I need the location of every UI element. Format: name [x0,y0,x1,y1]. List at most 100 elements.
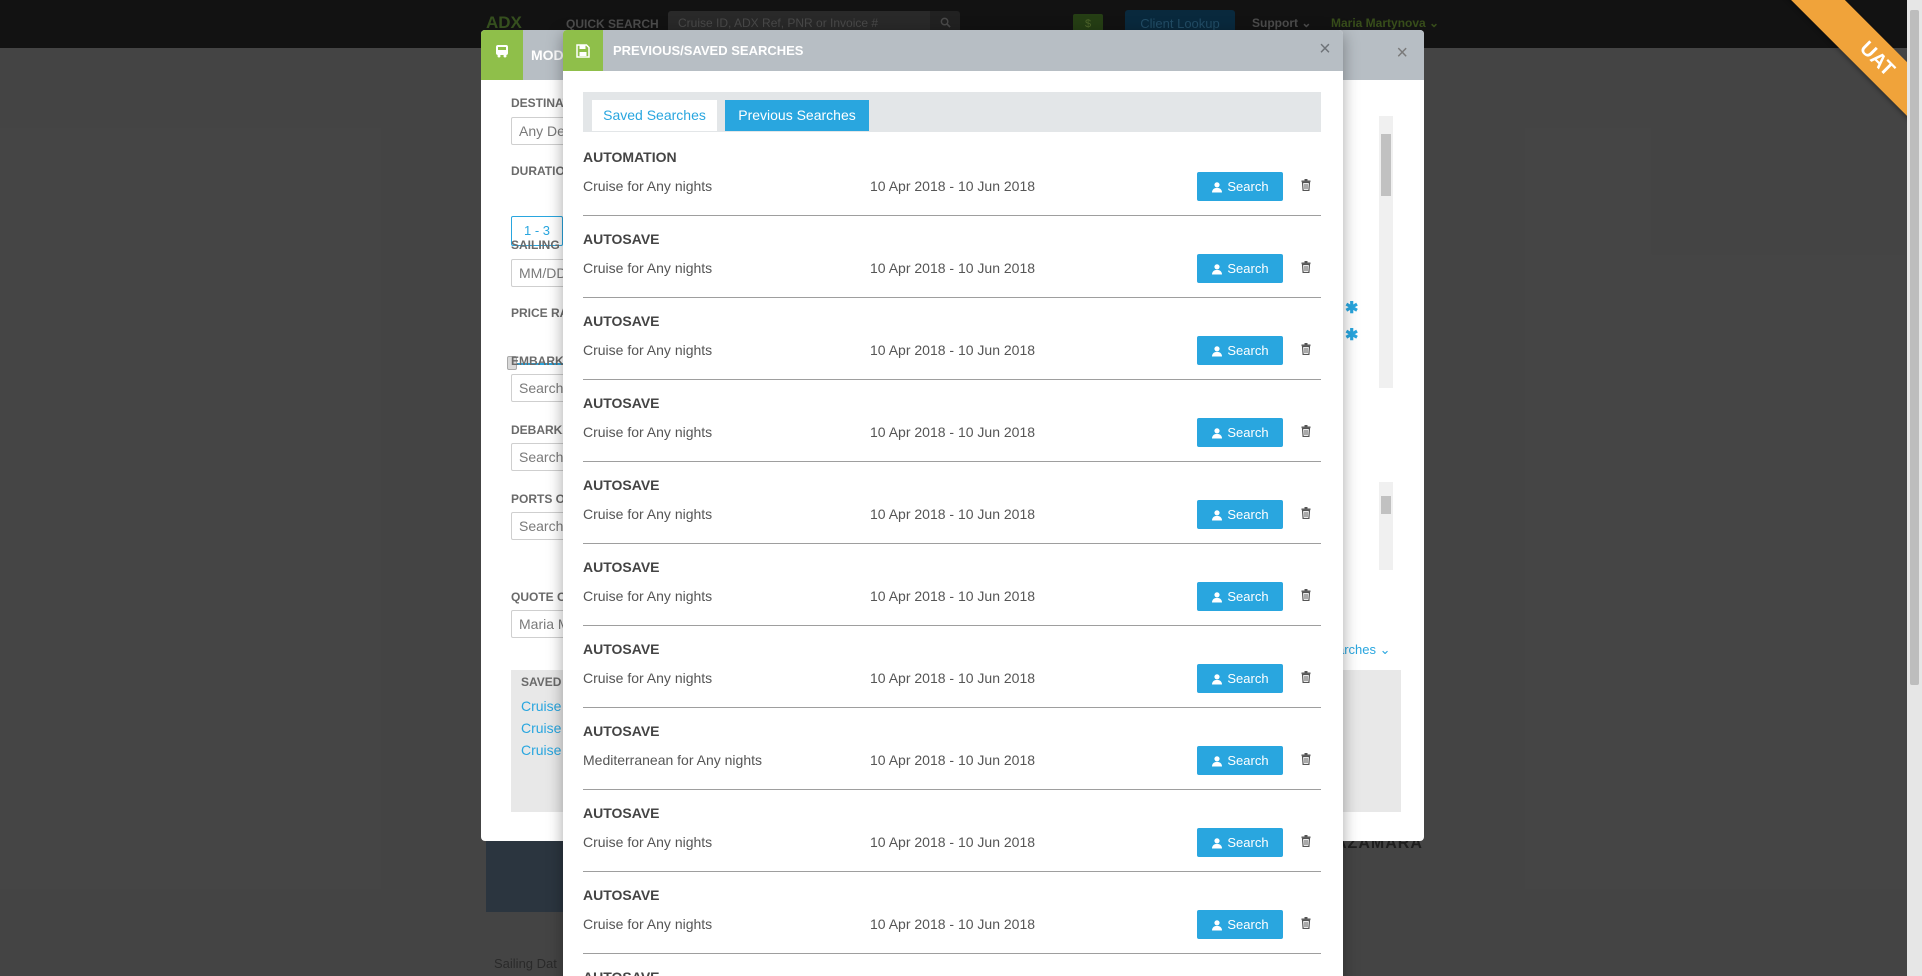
run-search-label: Search [1227,589,1269,604]
search-row: AUTOSAVE Cruise for Any nights 10 Apr 2018… [583,626,1321,708]
search-row-title: AUTOSAVE [583,313,660,329]
run-search-button[interactable]: Search [1197,336,1283,365]
run-search-button[interactable]: Search [1197,172,1283,201]
chevron-down-icon: ⌄ [1379,642,1391,657]
search-row-dates: 10 Apr 2018 - 10 Jun 2018 [870,670,1036,686]
tab-saved-searches[interactable]: Saved Searches [592,100,717,131]
debark-label: DEBARKA [511,423,571,437]
bus-icon [481,30,523,80]
search-row-dates: 10 Apr 2018 - 10 Jun 2018 [870,178,1036,194]
destination-label: DESTINAT [511,96,571,110]
trash-icon[interactable] [1298,586,1314,604]
more-searches-link[interactable]: arches ⌄ [1337,642,1391,658]
search-row-description: Cruise for Any nights [583,342,713,358]
right-list-2-scrollbar[interactable] [1379,482,1393,570]
trash-icon[interactable] [1298,750,1314,768]
person-icon [1212,755,1223,766]
trash-icon[interactable] [1298,176,1314,194]
search-row: AUTOSAVE [583,954,1321,976]
search-row: AUTOSAVE Mediterranean for Any nights 10 A… [583,708,1321,790]
star-icon: ✱ [1345,327,1359,344]
run-search-label: Search [1227,179,1269,194]
star-icon: ✱ [1345,300,1359,317]
search-row-title: AUTOSAVE [583,477,660,493]
person-icon [1212,509,1223,520]
trash-icon[interactable] [1298,422,1314,440]
run-search-label: Search [1227,753,1269,768]
sailing-label: SAILING [511,238,560,252]
search-row-description: Cruise for Any nights [583,424,713,440]
run-search-label: Search [1227,343,1269,358]
search-row-dates: 10 Apr 2018 - 10 Jun 2018 [870,342,1036,358]
trash-icon[interactable] [1298,258,1314,276]
search-row: AUTOSAVE Cruise for Any nights 10 Apr 2018… [583,380,1321,462]
run-search-button[interactable]: Search [1197,582,1283,611]
search-row-description: Cruise for Any nights [583,506,713,522]
search-row: AUTOSAVE Cruise for Any nights 10 Apr 2018… [583,544,1321,626]
person-icon [1212,345,1223,356]
search-row: AUTOSAVE Cruise for Any nights 10 Apr 2018… [583,872,1321,954]
run-search-button[interactable]: Search [1197,254,1283,283]
person-icon [1212,427,1223,438]
saved-search-link[interactable]: Cruise [521,698,561,714]
search-row-title: AUTOSAVE [583,641,660,657]
search-tabs: Saved Searches Previous Searches [583,92,1321,132]
search-modal-title: MOD [531,47,564,63]
trash-icon[interactable] [1298,914,1314,932]
ports-label: PORTS O [511,492,566,506]
modal-header: PREVIOUS/SAVED SEARCHES × [563,30,1343,71]
page-scrollbar[interactable] [1907,0,1922,976]
right-list-scrollbar[interactable] [1379,116,1393,388]
search-row: AUTOSAVE Cruise for Any nights 10 Apr 2018… [583,216,1321,298]
run-search-button[interactable]: Search [1197,418,1283,447]
saved-search-link[interactable]: Cruise [521,742,561,758]
previous-searches-list: AUTOMATION Cruise for Any nights 10 Apr 20… [583,134,1321,976]
search-row-description: Mediterranean for Any nights [583,752,762,768]
person-icon [1212,181,1223,192]
search-row-description: Cruise for Any nights [583,670,713,686]
duration-label: DURATIO [511,164,565,178]
search-row: AUTOSAVE Cruise for Any nights 10 Apr 2018… [583,298,1321,380]
run-search-label: Search [1227,425,1269,440]
run-search-label: Search [1227,261,1269,276]
search-row-dates: 10 Apr 2018 - 10 Jun 2018 [870,506,1036,522]
trash-icon[interactable] [1298,340,1314,358]
person-icon [1212,673,1223,684]
trash-icon[interactable] [1298,504,1314,522]
trash-icon[interactable] [1298,832,1314,850]
person-icon [1212,263,1223,274]
search-row-dates: 10 Apr 2018 - 10 Jun 2018 [870,260,1036,276]
run-search-label: Search [1227,917,1269,932]
saved-search-link[interactable]: Cruise [521,720,561,736]
page-scrollbar-thumb[interactable] [1910,10,1919,685]
modal-title: PREVIOUS/SAVED SEARCHES [613,43,804,58]
search-row-title: AUTOSAVE [583,887,660,903]
search-row-dates: 10 Apr 2018 - 10 Jun 2018 [870,752,1036,768]
close-icon[interactable]: × [1396,42,1408,65]
saved-searches-label: SAVED [521,675,562,689]
search-row-description: Cruise for Any nights [583,916,713,932]
search-row-title: AUTOMATION [583,149,677,165]
close-icon[interactable]: × [1315,37,1335,61]
run-search-button[interactable]: Search [1197,500,1283,529]
search-row-title: AUTOSAVE [583,723,660,739]
search-row-dates: 10 Apr 2018 - 10 Jun 2018 [870,588,1036,604]
tab-previous-searches[interactable]: Previous Searches [725,100,869,131]
search-row-title: AUTOSAVE [583,231,660,247]
search-row-description: Cruise for Any nights [583,834,713,850]
search-row: AUTOSAVE Cruise for Any nights 10 Apr 2018… [583,790,1321,872]
quote-label: QUOTE O [511,590,567,604]
previous-saved-searches-modal: PREVIOUS/SAVED SEARCHES × Saved Searches… [563,30,1343,976]
search-row-title: AUTOSAVE [583,969,660,976]
person-icon [1212,837,1223,848]
run-search-label: Search [1227,671,1269,686]
run-search-button[interactable]: Search [1197,828,1283,857]
run-search-button[interactable]: Search [1197,746,1283,775]
search-row: AUTOMATION Cruise for Any nights 10 Apr 20… [583,134,1321,216]
run-search-button[interactable]: Search [1197,664,1283,693]
trash-icon[interactable] [1298,668,1314,686]
search-row-dates: 10 Apr 2018 - 10 Jun 2018 [870,834,1036,850]
run-search-button[interactable]: Search [1197,910,1283,939]
search-row-dates: 10 Apr 2018 - 10 Jun 2018 [870,916,1036,932]
search-row-title: AUTOSAVE [583,559,660,575]
